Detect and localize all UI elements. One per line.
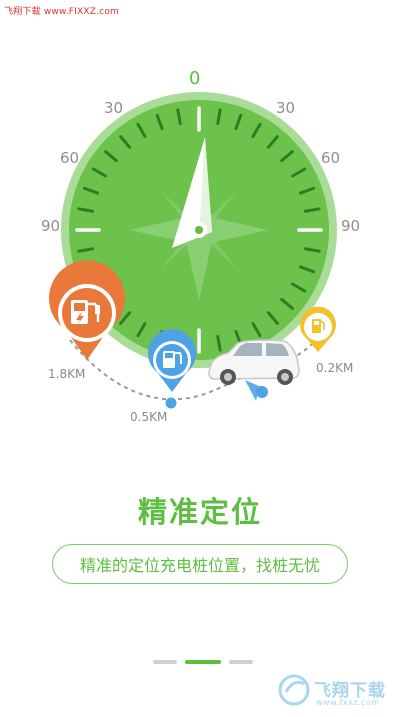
page-dot-3[interactable] [229,660,253,664]
compass-degree-30-right: 30 [276,99,296,117]
orange-station-pin [49,260,125,360]
compass-degree-60-left: 60 [60,149,80,167]
compass-degree-60-right: 60 [321,149,341,167]
station-distance-yellow: 0.2KM [316,361,354,375]
station-distance-orange: 1.8KM [48,367,86,381]
blue-station-dot [165,397,177,409]
feature-title: 精准定位 [137,495,262,529]
compass-degree-30-left: 30 [104,99,124,117]
station-distance-blue: 0.5KM [130,410,168,424]
blue-station-pin [148,329,197,392]
compass-degree-90-left: 90 [41,217,61,235]
compass-degree-0: 0 [189,68,201,89]
compass-degree-90-right: 90 [341,217,361,235]
location-arrow-icon [245,380,268,401]
yellow-station-pin [300,306,336,352]
watermark-bottom-url: www.fxxz.com [316,698,380,707]
page-indicator [153,660,253,664]
feature-subtitle-pill: 精准的定位充电桩位置，找桩无忧 [52,544,348,584]
page-dot-2-active[interactable] [185,660,221,664]
page-dot-1[interactable] [153,660,177,664]
feature-subtitle: 精准的定位充电桩位置，找桩无忧 [79,556,320,575]
